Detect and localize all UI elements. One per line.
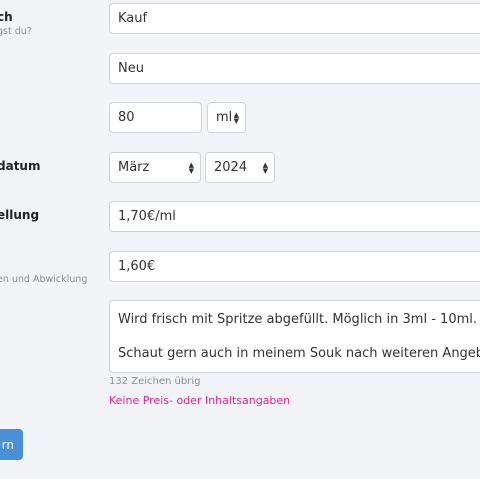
condition-value: Neu <box>118 61 144 76</box>
month-select[interactable]: März ▲ ▼ <box>109 152 201 183</box>
type-input[interactable]: Kauf <box>109 3 480 34</box>
submit-label: rn <box>1 437 14 452</box>
unit-value: ml <box>216 110 233 125</box>
type-value: Kauf <box>118 11 148 26</box>
month-value: März <box>118 160 150 175</box>
description-textarea[interactable]: Wird frisch mit Spritze abgefüllt. Mögli… <box>109 300 480 373</box>
condition-input[interactable]: Neu <box>109 53 480 84</box>
no-price-warning: Keine Preis- oder Inhaltsangaben <box>109 394 291 407</box>
description-line-1: Wird frisch mit Spritze abgefüllt. Mögli… <box>118 312 477 327</box>
shipping-value: 1,60€ <box>118 259 156 274</box>
order-label: ellung <box>0 208 40 222</box>
offer-sublabel: gst du? <box>0 26 32 37</box>
unit-select[interactable]: ml ▲ ▼ <box>207 102 246 133</box>
price-value: 1,70€/ml <box>118 209 176 224</box>
chars-remaining: 132 Zeichen übrig <box>109 376 201 387</box>
year-value: 2024 <box>214 160 248 175</box>
offer-label: ch <box>0 10 13 24</box>
date-label: datum <box>0 159 41 173</box>
amount-value: 80 <box>118 110 135 125</box>
select-arrows-icon: ▲ ▼ <box>188 160 194 175</box>
shipping-sublabel: en und Abwicklung <box>0 274 88 285</box>
select-arrows-icon: ▲ ▼ <box>233 110 239 125</box>
price-input[interactable]: 1,70€/ml <box>109 201 480 232</box>
description-line-2: Schaut gern auch in meinem Souk nach wei… <box>118 346 480 361</box>
amount-input[interactable]: 80 <box>109 102 202 133</box>
submit-button[interactable]: rn <box>0 429 23 460</box>
year-select[interactable]: 2024 ▲ ▼ <box>205 152 275 183</box>
select-arrows-icon: ▲ ▼ <box>262 160 268 175</box>
shipping-input[interactable]: 1,60€ <box>109 251 480 282</box>
